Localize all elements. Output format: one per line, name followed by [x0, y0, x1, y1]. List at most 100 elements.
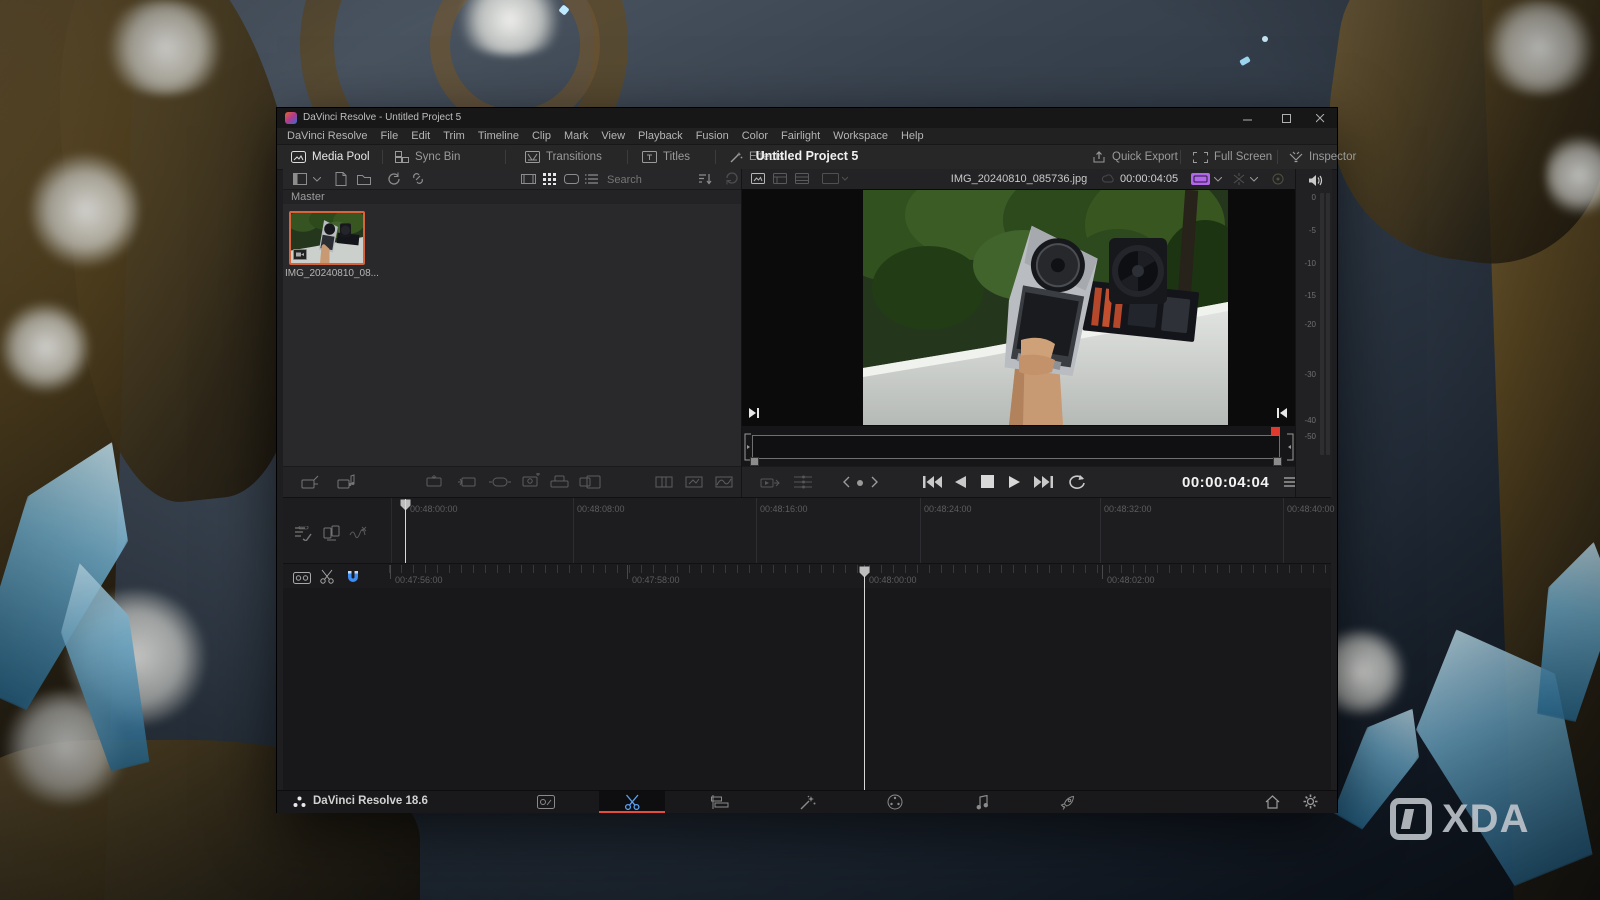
menu-file[interactable]: File: [381, 130, 399, 142]
page-cut[interactable]: [612, 791, 652, 813]
timeline-overview[interactable]: 00:48:00:00 00:48:08:00 00:48:16:00 00:4…: [283, 497, 1335, 564]
insert-audio-icon[interactable]: [337, 474, 355, 490]
in-point-flag-icon[interactable]: [748, 407, 760, 419]
menu-color[interactable]: Color: [742, 130, 768, 142]
view-card-icon[interactable]: [564, 174, 579, 184]
titles-button[interactable]: Titles: [642, 145, 690, 169]
maximize-button[interactable]: [1269, 108, 1303, 128]
jog-reverse-icon[interactable]: [842, 476, 851, 488]
menu-davinci-resolve[interactable]: DaVinci Resolve: [287, 130, 368, 142]
menu-fairlight[interactable]: Fairlight: [781, 130, 820, 142]
place-on-top-icon[interactable]: [550, 475, 570, 489]
menu-view[interactable]: View: [601, 130, 625, 142]
view-grid-icon[interactable]: [543, 173, 556, 185]
page-fairlight[interactable]: [962, 791, 1002, 813]
page-edit[interactable]: [700, 791, 740, 813]
viewer-scrubber[interactable]: [742, 426, 1296, 466]
refresh-sync-icon[interactable]: [387, 172, 400, 185]
first-frame-button[interactable]: [922, 475, 942, 489]
page-fusion[interactable]: [788, 791, 828, 813]
playback-options-icon[interactable]: [794, 475, 812, 489]
media-clip-thumbnail[interactable]: [289, 211, 365, 265]
page-color[interactable]: [875, 791, 915, 813]
scrubber-track[interactable]: [752, 435, 1280, 459]
ripple-overwrite-icon[interactable]: [489, 475, 511, 489]
split-clip-scissors-icon[interactable]: [320, 569, 335, 584]
out-point-flag-icon[interactable]: [1276, 407, 1288, 419]
menu-playback[interactable]: Playback: [638, 130, 683, 142]
sync-clips-icon[interactable]: [323, 525, 340, 541]
sync-bin-button[interactable]: Sync Bin: [395, 145, 460, 169]
menu-clip[interactable]: Clip: [532, 130, 551, 142]
quick-export-button[interactable]: Quick Export: [1092, 145, 1178, 169]
menu-timeline[interactable]: Timeline: [478, 130, 519, 142]
window-titlebar[interactable]: DaVinci Resolve - Untitled Project 5: [277, 108, 1337, 128]
menu-trim[interactable]: Trim: [443, 130, 465, 142]
bin-list-chevron-icon[interactable]: [313, 177, 321, 182]
page-media[interactable]: [526, 791, 566, 813]
bin-list-toggle-icon[interactable]: [293, 173, 307, 185]
viewer-media-mode-icon[interactable]: [751, 173, 765, 184]
viewer-options-icon[interactable]: [1272, 173, 1284, 185]
snapping-toggle[interactable]: [345, 568, 361, 584]
inspector-button[interactable]: Inspector: [1289, 145, 1356, 169]
view-filmstrip-icon[interactable]: [521, 174, 536, 184]
viewer-timeline-mode-icon[interactable]: [795, 173, 809, 184]
play-reverse-button[interactable]: [954, 475, 967, 489]
settings-gear-icon[interactable]: [1303, 794, 1318, 809]
bin-label-row[interactable]: Master: [283, 190, 741, 204]
source-tape-icon[interactable]: [293, 570, 311, 584]
viewer-canvas[interactable]: [742, 189, 1296, 426]
timeline-playhead-line[interactable]: [864, 576, 865, 790]
jog-forward-icon[interactable]: [870, 476, 879, 488]
full-screen-button[interactable]: Full Screen: [1193, 145, 1272, 169]
viewer-tool-dropdown[interactable]: [822, 173, 848, 184]
menu-workspace[interactable]: Workspace: [833, 130, 888, 142]
menu-fusion[interactable]: Fusion: [696, 130, 729, 142]
menu-edit[interactable]: Edit: [411, 130, 430, 142]
page-deliver[interactable]: [1047, 791, 1087, 813]
transitions-button[interactable]: Transitions: [525, 145, 602, 169]
sort-icon[interactable]: [699, 173, 712, 185]
resolution-badge[interactable]: [1191, 173, 1210, 185]
resolution-chevron-icon[interactable]: [1214, 177, 1222, 182]
last-frame-button[interactable]: [1034, 475, 1054, 489]
jog-dot-icon[interactable]: [857, 480, 863, 486]
insert-clip-icon[interactable]: [301, 475, 319, 490]
stop-button[interactable]: [981, 475, 994, 488]
media-pool-content[interactable]: IMG_20240810_08...: [283, 204, 741, 466]
scrubber-right-bracket[interactable]: [1286, 433, 1294, 461]
transition-dissolve-icon[interactable]: [685, 475, 703, 489]
import-media-icon[interactable]: [335, 172, 347, 186]
refresh-bin-icon[interactable]: [726, 172, 739, 185]
viewer-transform-icon[interactable]: [1232, 173, 1246, 185]
close-up-icon[interactable]: [521, 473, 541, 490]
overview-playhead-line[interactable]: [405, 499, 406, 564]
append-clip-icon[interactable]: [458, 475, 478, 489]
menu-help[interactable]: Help: [901, 130, 924, 142]
close-button[interactable]: [1303, 108, 1337, 128]
play-button[interactable]: [1008, 475, 1021, 489]
scrubber-handle-left[interactable]: [750, 457, 759, 466]
timeline-options-icon[interactable]: [295, 526, 313, 541]
audio-trim-icon[interactable]: [349, 525, 367, 541]
project-home-icon[interactable]: [1265, 795, 1280, 809]
source-overwrite-icon[interactable]: [579, 475, 601, 489]
view-list-icon[interactable]: [585, 174, 598, 184]
smart-insert-icon[interactable]: [425, 475, 445, 489]
timeline-ruler[interactable]: 00:47:56:00 00:47:58:00 00:48:00:00 00:4…: [283, 563, 1331, 589]
media-pool-toggle[interactable]: Media Pool: [291, 145, 370, 169]
relink-icon[interactable]: [411, 172, 425, 185]
play-around-icon[interactable]: [760, 475, 780, 490]
menu-mark[interactable]: Mark: [564, 130, 588, 142]
speaker-icon[interactable]: [1308, 174, 1323, 187]
transition-smooth-icon[interactable]: [715, 475, 733, 489]
minimize-button[interactable]: [1231, 108, 1265, 128]
transform-chevron-icon[interactable]: [1250, 177, 1258, 182]
new-bin-icon[interactable]: [357, 173, 371, 185]
transition-cut-icon[interactable]: [655, 475, 673, 489]
timeline-track-area[interactable]: [283, 576, 1331, 790]
viewer-source-tape-icon[interactable]: [773, 173, 787, 184]
loop-button[interactable]: [1068, 474, 1086, 490]
scrubber-handle-right[interactable]: [1273, 457, 1282, 466]
